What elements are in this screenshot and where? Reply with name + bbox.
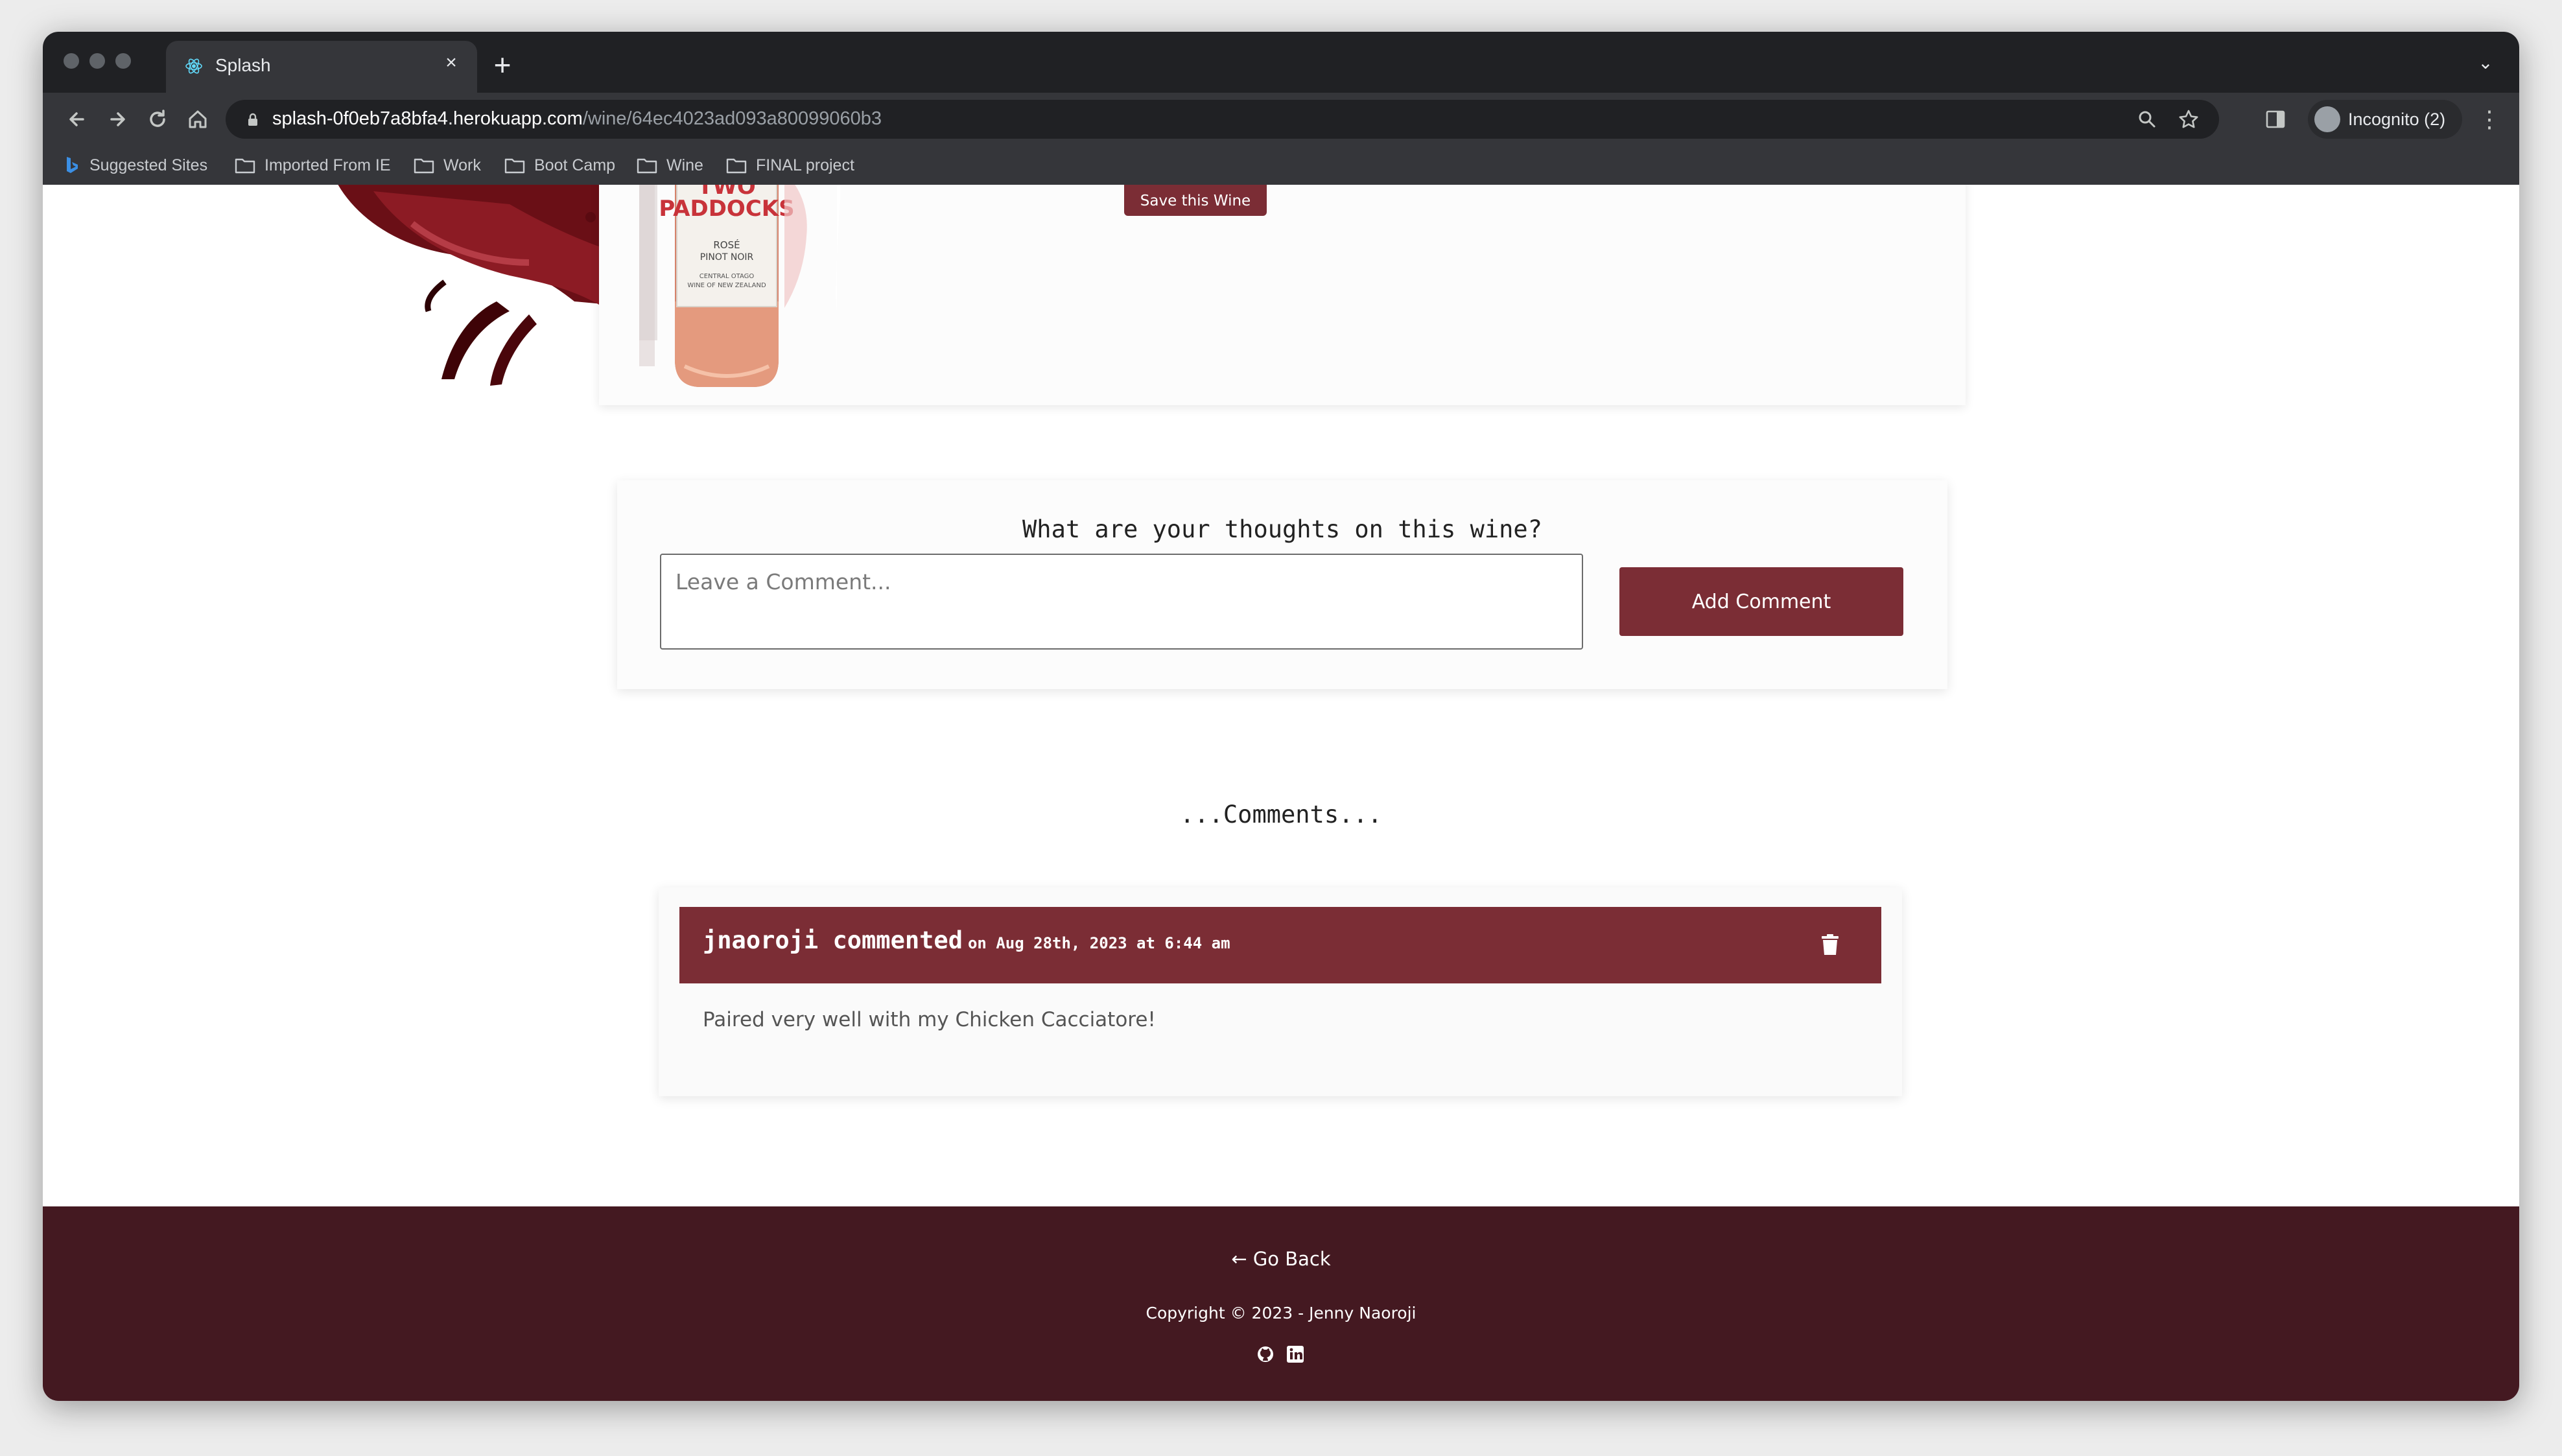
side-panel-icon[interactable] xyxy=(2264,108,2287,131)
footer: ← Go Back Copyright © 2023 - Jenny Naoro… xyxy=(43,1206,2519,1401)
bottle-region-line1: CENTRAL OTAGO xyxy=(699,273,755,280)
go-back-link[interactable]: ← Go Back xyxy=(43,1248,2519,1270)
profile-label: Incognito (2) xyxy=(2348,110,2446,129)
bottle-variety-line2: PINOT NOIR xyxy=(700,252,754,263)
close-window-dot[interactable] xyxy=(64,53,79,69)
page-viewport: TWO PADDOCKS ROSÉ PINOT NOIR CENTRAL OTA… xyxy=(43,185,2519,1401)
bookmarks-bar: Suggested Sites Imported From IE Work Bo… xyxy=(43,146,2519,185)
incognito-icon xyxy=(2314,106,2340,132)
comment-card: jnaoroji commented on Aug 28th, 2023 at 6… xyxy=(659,887,1902,1096)
bookmark-label: FINAL project xyxy=(756,156,854,174)
folder-icon xyxy=(726,158,747,174)
minimize-window-dot[interactable] xyxy=(89,53,105,69)
home-icon[interactable] xyxy=(182,103,214,135)
kebab-menu-icon[interactable]: ⋮ xyxy=(2476,103,2502,135)
comment-form-heading: What are your thoughts on this wine? xyxy=(1022,515,1542,543)
folder-icon xyxy=(235,158,255,174)
bookmark-imported-from-ie[interactable]: Imported From IE xyxy=(235,154,391,177)
save-wine-button[interactable]: Save this Wine xyxy=(1124,185,1267,216)
url-text[interactable]: splash-0f0eb7a8bfa4.herokuapp.com/wine/6… xyxy=(272,108,882,130)
bookmark-boot-camp[interactable]: Boot Camp xyxy=(504,154,615,177)
comment-date: on Aug 28th, 2023 at 6:44 am xyxy=(967,934,1230,952)
linkedin-icon[interactable] xyxy=(1286,1345,1304,1363)
active-tab[interactable]: Splash × xyxy=(166,41,477,93)
maximize-window-dot[interactable] xyxy=(115,53,131,69)
back-arrow-icon[interactable] xyxy=(61,103,93,135)
comment-form-card: What are your thoughts on this wine? Add… xyxy=(617,480,1947,689)
bottle-brand-line2: PADDOCKS xyxy=(659,196,794,222)
bookmark-label: Work xyxy=(443,156,481,174)
bottle-variety-line1: ROSÉ xyxy=(713,239,740,251)
folder-icon xyxy=(414,158,434,174)
wine-bottle-image: TWO PADDOCKS ROSÉ PINOT NOIR CENTRAL OTA… xyxy=(639,185,840,387)
add-comment-button[interactable]: Add Comment xyxy=(1619,567,1903,636)
tab-title: Splash xyxy=(215,55,271,75)
bottle-region-line2: WINE OF NEW ZEALAND xyxy=(687,282,766,289)
incognito-profile-button[interactable]: Incognito (2) xyxy=(2308,100,2462,139)
forward-arrow-icon[interactable] xyxy=(101,103,134,135)
magnifier-icon[interactable] xyxy=(2135,108,2159,131)
lock-icon[interactable] xyxy=(244,111,262,129)
react-favicon-icon xyxy=(185,58,202,74)
bookmark-label: Boot Camp xyxy=(534,156,616,174)
folder-icon xyxy=(637,158,657,174)
comment-body: Paired very well with my Chicken Cacciat… xyxy=(703,1008,1156,1031)
tab-search-chevron-icon[interactable]: ⌄ xyxy=(2473,50,2498,76)
bookmark-wine[interactable]: Wine xyxy=(637,154,703,177)
comment-author: jnaoroji commented xyxy=(703,926,963,954)
browser-window: Splash × + ⌄ splash-0f0eb7a8bfa4.herokua… xyxy=(43,32,2519,1401)
comment-header: jnaoroji commented on Aug 28th, 2023 at 6… xyxy=(679,907,1881,983)
folder-icon xyxy=(504,158,525,174)
bookmark-work[interactable]: Work xyxy=(414,154,481,177)
tab-close-icon[interactable]: × xyxy=(438,50,464,76)
comment-meta: jnaoroji commented on Aug 28th, 2023 at 6… xyxy=(703,926,1230,954)
new-tab-icon[interactable]: + xyxy=(486,49,519,81)
url-host: splash-0f0eb7a8bfa4.herokuapp.com xyxy=(272,108,583,129)
bookmark-label: Imported From IE xyxy=(264,156,391,174)
browser-toolbar: splash-0f0eb7a8bfa4.herokuapp.com/wine/6… xyxy=(43,93,2519,146)
trash-icon[interactable] xyxy=(1820,934,1840,956)
comments-heading: ...Comments... xyxy=(1180,801,1382,828)
reload-icon[interactable] xyxy=(141,103,174,135)
bookmark-label: Wine xyxy=(666,156,703,174)
bookmark-suggested-sites[interactable]: Suggested Sites xyxy=(64,154,207,177)
bookmark-final-project[interactable]: FINAL project xyxy=(726,154,854,177)
bing-icon xyxy=(67,157,78,173)
url-path: /wine/64ec4023ad093a80099060b3 xyxy=(582,108,882,129)
github-icon[interactable] xyxy=(1256,1345,1275,1363)
copyright-text: Copyright © 2023 - Jenny Naoroji xyxy=(1146,1304,1416,1322)
comment-textarea[interactable] xyxy=(660,554,1583,650)
address-bar[interactable]: splash-0f0eb7a8bfa4.herokuapp.com/wine/6… xyxy=(226,100,2219,139)
tab-strip: Splash × + ⌄ xyxy=(43,32,2519,93)
star-icon[interactable] xyxy=(2177,108,2200,131)
bookmark-label: Suggested Sites xyxy=(89,156,208,174)
